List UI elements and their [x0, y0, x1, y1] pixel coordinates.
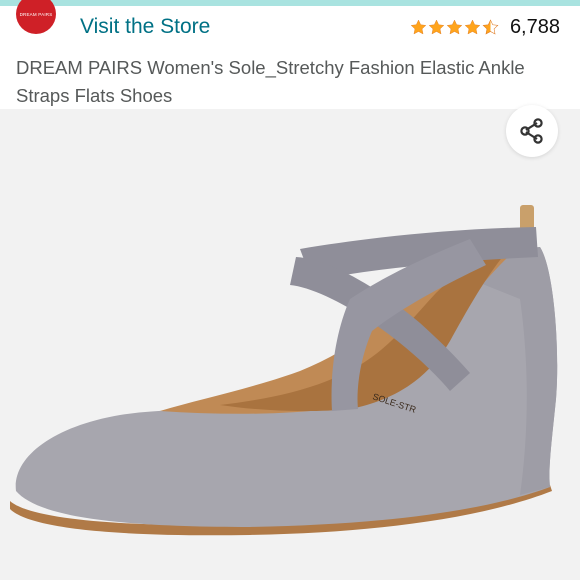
- star-half-icon: [482, 18, 499, 34]
- share-icon: [520, 118, 543, 144]
- product-image[interactable]: SOLE-STR: [0, 109, 580, 580]
- star-icon: [410, 19, 427, 34]
- product-title: DREAM PAIRS Women's Sole_Stretchy Fashio…: [16, 57, 525, 106]
- rating-count: 6,788: [509, 15, 560, 38]
- rating[interactable]: 6,788: [410, 15, 560, 39]
- star-icon: [464, 19, 481, 34]
- brand-logo-text: DREAM PAIRS: [19, 12, 53, 17]
- star-rating: [410, 18, 500, 36]
- visit-store-link[interactable]: Visit the Store: [80, 15, 210, 39]
- share-button[interactable]: [506, 105, 558, 157]
- brand-logo[interactable]: DREAM PAIRS: [16, 0, 56, 34]
- store-header: DREAM PAIRS Visit the Store 6,788: [0, 0, 580, 50]
- star-icon: [428, 19, 445, 34]
- star-icon: [446, 19, 463, 34]
